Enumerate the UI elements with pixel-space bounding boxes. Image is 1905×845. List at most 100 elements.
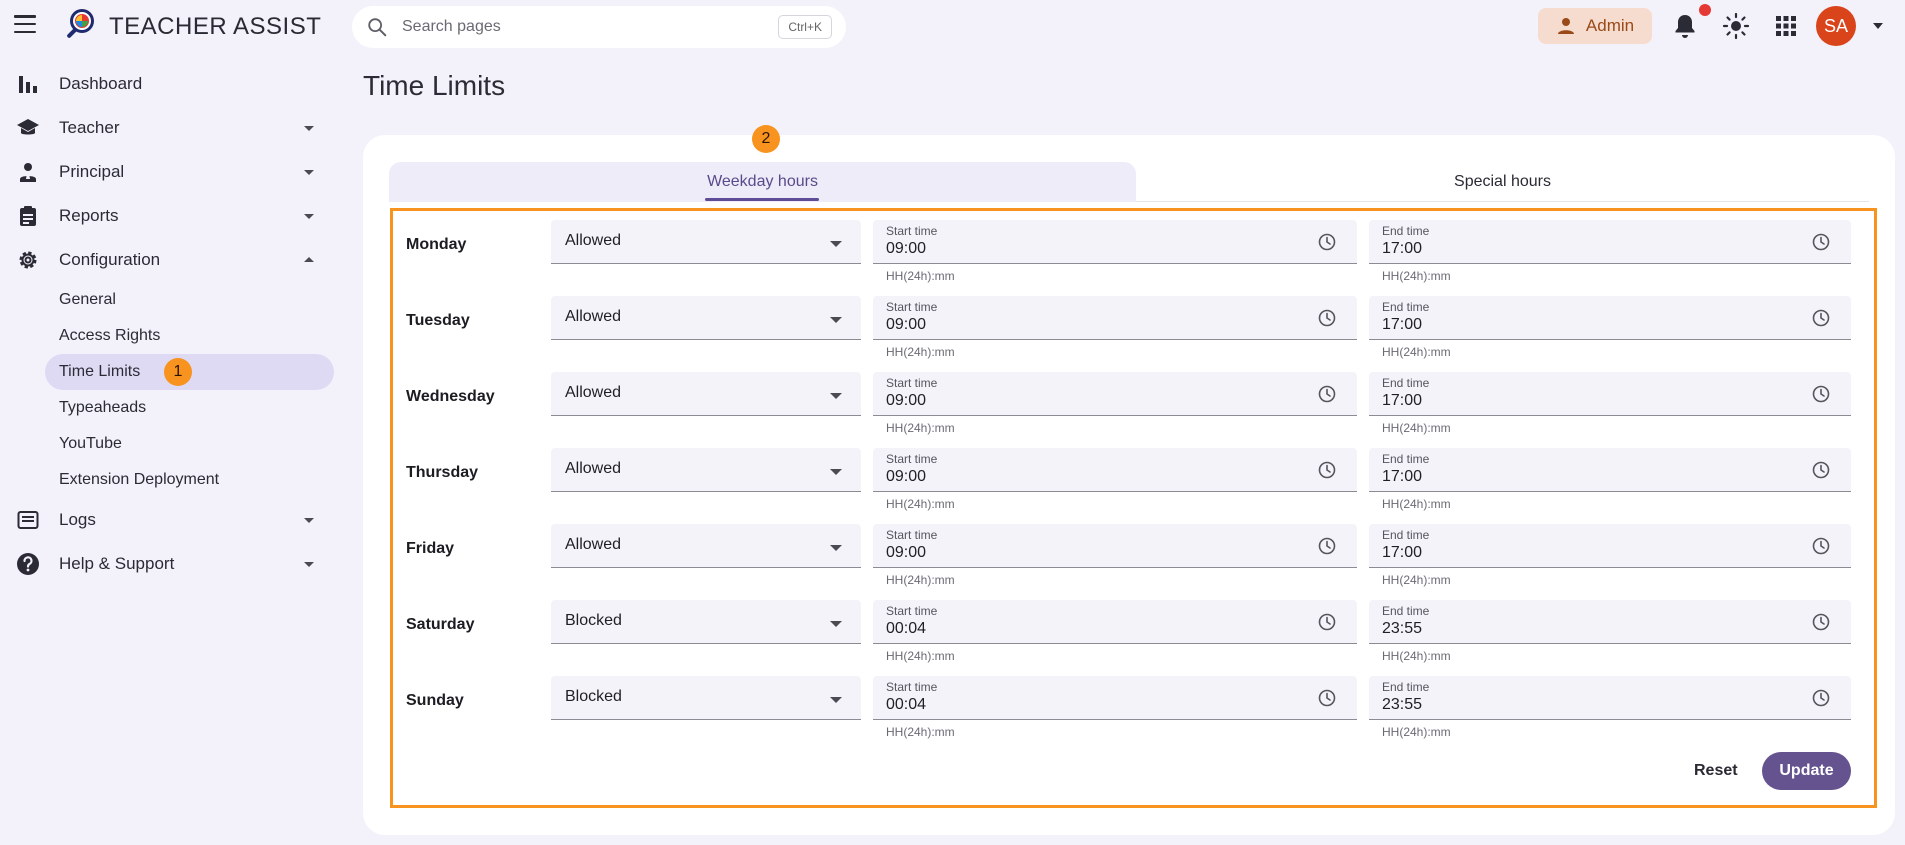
update-button[interactable]: Update [1762, 752, 1851, 790]
sidebar-item-label: Teacher [59, 118, 120, 137]
notifications-bell-icon[interactable] [1673, 13, 1697, 39]
start-time-field-thursday[interactable]: Start time 09:00 [873, 448, 1357, 492]
end-time-field-friday[interactable]: End time 17:00 [1369, 524, 1851, 568]
status-select-wednesday[interactable]: Allowed [551, 372, 861, 416]
day-label-thursday: Thursday [406, 464, 479, 481]
sidebar-item-label: Dashboard [59, 74, 143, 93]
sidebar-item-reports[interactable]: Reports [0, 194, 340, 238]
annotation-badge-2: 2 [752, 125, 780, 153]
sidebar-subitem-typeaheads[interactable]: Typeaheads [0, 390, 340, 426]
clock-icon[interactable] [1811, 232, 1831, 252]
theme-toggle-sun-icon[interactable] [1722, 12, 1750, 40]
start-time-format-hint: HH(24h):mm [886, 725, 955, 739]
status-select-value: Allowed [565, 308, 622, 325]
end-time-field-thursday[interactable]: End time 17:00 [1369, 448, 1851, 492]
dropdown-arrow-icon [829, 388, 843, 399]
start-time-field-monday[interactable]: Start time 09:00 [873, 220, 1357, 264]
page-title: Time Limits [363, 70, 506, 101]
start-time-field-saturday[interactable]: Start time 00:04 [873, 600, 1357, 644]
clock-icon[interactable] [1317, 688, 1337, 708]
start-time-value: 09:00 [886, 240, 927, 257]
clock-icon[interactable] [1811, 308, 1831, 328]
dropdown-arrow-icon [829, 236, 843, 247]
end-time-field-monday[interactable]: End time 17:00 [1369, 220, 1851, 264]
clock-icon[interactable] [1317, 612, 1337, 632]
day-label-wednesday: Wednesday [406, 388, 495, 405]
end-time-label: End time [1382, 224, 1430, 238]
graduation-cap-icon [17, 119, 39, 135]
user-avatar[interactable]: SA [1816, 6, 1856, 46]
start-time-field-wednesday[interactable]: Start time 09:00 [873, 372, 1357, 416]
start-time-label: Start time [886, 300, 938, 314]
status-select-sunday[interactable]: Blocked [551, 676, 861, 720]
clock-icon[interactable] [1811, 536, 1831, 556]
help-circle-icon [17, 553, 39, 575]
end-time-format-hint: HH(24h):mm [1382, 649, 1451, 663]
start-time-format-hint: HH(24h):mm [886, 573, 955, 587]
apps-grid-icon[interactable] [1776, 16, 1796, 36]
sidebar-item-label: Help & Support [59, 554, 175, 573]
chevron-down-icon [304, 562, 314, 567]
logs-list-icon [17, 511, 39, 529]
clock-icon[interactable] [1317, 308, 1337, 328]
search-bar[interactable]: Ctrl+K [352, 6, 846, 48]
end-time-field-tuesday[interactable]: End time 17:00 [1369, 296, 1851, 340]
tab-weekday-hours[interactable]: Weekday hours [389, 162, 1136, 202]
start-time-field-tuesday[interactable]: Start time 09:00 [873, 296, 1357, 340]
sidebar-subitem-label: Typeaheads [59, 399, 147, 416]
sidebar-item-principal[interactable]: Principal [0, 150, 340, 194]
menu-icon[interactable] [14, 15, 36, 33]
clock-icon[interactable] [1317, 384, 1337, 404]
chevron-down-icon [304, 170, 314, 175]
status-select-saturday[interactable]: Blocked [551, 600, 861, 644]
sidebar-subitem-time-limits[interactable]: Time Limits 1 [0, 354, 340, 390]
start-time-label: Start time [886, 528, 938, 542]
start-time-format-hint: HH(24h):mm [886, 497, 955, 511]
start-time-field-friday[interactable]: Start time 09:00 [873, 524, 1357, 568]
sidebar-subitem-access-rights[interactable]: Access Rights [0, 318, 340, 354]
start-time-field-sunday[interactable]: Start time 00:04 [873, 676, 1357, 720]
sidebar-subitem-general[interactable]: General [0, 282, 340, 318]
tab-special-hours[interactable]: Special hours [1136, 162, 1869, 202]
dropdown-arrow-icon [829, 312, 843, 323]
end-time-value: 17:00 [1382, 392, 1423, 409]
sidebar-item-teacher[interactable]: Teacher [0, 106, 340, 150]
sidebar-item-help-support[interactable]: Help & Support [0, 542, 340, 586]
clock-icon[interactable] [1811, 612, 1831, 632]
end-time-label: End time [1382, 604, 1430, 618]
search-input[interactable] [402, 15, 722, 39]
end-time-value: 17:00 [1382, 240, 1423, 257]
end-time-label: End time [1382, 528, 1430, 542]
chevron-down-icon[interactable] [1872, 20, 1884, 32]
search-shortcut-hint: Ctrl+K [778, 15, 832, 39]
status-select-thursday[interactable]: Allowed [551, 448, 861, 492]
clock-icon[interactable] [1317, 232, 1337, 252]
clock-icon[interactable] [1317, 460, 1337, 480]
clock-icon[interactable] [1811, 384, 1831, 404]
end-time-field-sunday[interactable]: End time 23:55 [1369, 676, 1851, 720]
sidebar-item-configuration[interactable]: Configuration [0, 238, 340, 282]
end-time-label: End time [1382, 300, 1430, 314]
clock-icon[interactable] [1811, 688, 1831, 708]
sidebar-item-label: Principal [59, 162, 125, 181]
sidebar-subitem-youtube[interactable]: YouTube [0, 426, 340, 462]
end-time-field-wednesday[interactable]: End time 17:00 [1369, 372, 1851, 416]
sidebar-item-logs[interactable]: Logs [0, 498, 340, 542]
sidebar-item-label: Logs [59, 510, 96, 529]
status-select-friday[interactable]: Allowed [551, 524, 861, 568]
sidebar-subitem-extension-deployment[interactable]: Extension Deployment [0, 462, 340, 498]
admin-button[interactable]: Admin [1538, 8, 1652, 44]
person-tie-icon [20, 163, 36, 182]
day-label-friday: Friday [406, 540, 455, 557]
hours-tabs: Weekday hours Special hours [389, 162, 1869, 202]
status-select-value: Allowed [565, 384, 622, 401]
active-tab-indicator [705, 198, 819, 201]
day-label-saturday: Saturday [406, 616, 475, 633]
clock-icon[interactable] [1317, 536, 1337, 556]
clock-icon[interactable] [1811, 460, 1831, 480]
end-time-field-saturday[interactable]: End time 23:55 [1369, 600, 1851, 644]
status-select-tuesday[interactable]: Allowed [551, 296, 861, 340]
status-select-monday[interactable]: Allowed [551, 220, 861, 264]
reset-button[interactable]: Reset [1680, 753, 1752, 789]
sidebar-item-dashboard[interactable]: Dashboard [0, 62, 340, 106]
